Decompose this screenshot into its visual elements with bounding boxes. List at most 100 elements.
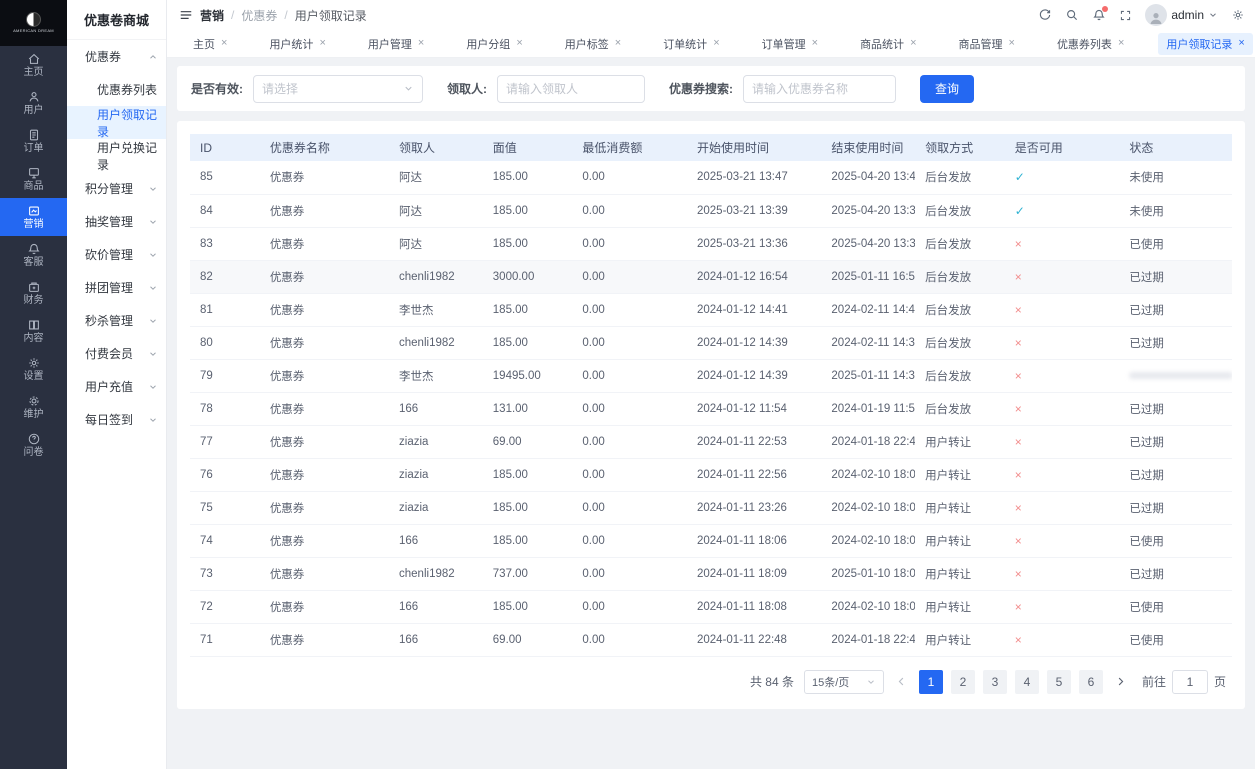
breadcrumb-mid[interactable]: 优惠券 xyxy=(241,7,277,24)
tab-商品统计[interactable]: 商品统计 × xyxy=(852,33,924,55)
page-button-4[interactable]: 4 xyxy=(1014,669,1039,694)
search-icon[interactable] xyxy=(1065,8,1079,22)
table-row[interactable]: 74 优惠券 166 185.00 0.00 2024-01-11 18:06 2024-0… xyxy=(190,524,1232,558)
page-button-2[interactable]: 2 xyxy=(950,669,975,694)
table-row[interactable]: 75 优惠券 ziazia 185.00 0.00 2024-01-11 23:26 202… xyxy=(190,491,1232,525)
sidebar-group-bargain-mgmt[interactable]: 砍价管理 xyxy=(67,238,166,271)
rail-item-service[interactable]: 客服 xyxy=(0,236,67,274)
prev-page-icon[interactable] xyxy=(894,676,909,687)
table-row[interactable]: 80 优惠券 chenli1982 185.00 0.00 2024-01-12 14:3… xyxy=(190,326,1232,360)
tab-close-icon[interactable]: × xyxy=(221,38,227,49)
breadcrumb-root[interactable]: 营销 xyxy=(200,7,224,24)
tab-订单管理[interactable]: 订单管理 × xyxy=(754,33,826,55)
notification-bell-icon[interactable] xyxy=(1092,6,1109,22)
cell-claim-method: 后台发放 xyxy=(915,161,1005,195)
cell-id: 84 xyxy=(190,194,260,228)
sidebar-group-points-mgmt[interactable]: 积分管理 xyxy=(67,172,166,205)
tab-优惠券列表[interactable]: 优惠券列表 × xyxy=(1049,33,1132,55)
sidebar-group-user-recharge[interactable]: 用户充值 xyxy=(67,370,166,403)
tab-close-icon[interactable]: × xyxy=(418,38,424,49)
primary-nav-rail: AMERICAN DREAM 主页 用户 订单 商品 营销 客服 财务 内容 设置 维护 问卷 xyxy=(0,0,67,769)
tab-用户管理[interactable]: 用户管理 × xyxy=(360,33,432,55)
sidebar-item-user-exchange-records[interactable]: 用户兑换记录 xyxy=(67,139,166,172)
table-row[interactable]: 71 优惠券 166 69.00 0.00 2024-01-11 22:48 2024-01… xyxy=(190,623,1232,657)
table-row[interactable]: 78 优惠券 166 131.00 0.00 2024-01-12 11:54 2024-0… xyxy=(190,392,1232,426)
coupon-search-input[interactable] xyxy=(744,75,895,102)
page-button-5[interactable]: 5 xyxy=(1046,669,1071,694)
table-row[interactable]: 77 优惠券 ziazia 69.00 0.00 2024-01-11 22:53 2024… xyxy=(190,425,1232,459)
cell-end-time: 2024-02-11 14:39 xyxy=(821,326,916,360)
cell-coupon-name: 优惠券 xyxy=(259,590,390,624)
rail-item-orders[interactable]: 订单 xyxy=(0,122,67,160)
settings-gear-icon[interactable] xyxy=(1231,8,1245,22)
receiver-input[interactable] xyxy=(498,75,644,102)
tab-用户统计[interactable]: 用户统计 × xyxy=(261,33,333,55)
rail-item-users[interactable]: 用户 xyxy=(0,84,67,122)
table-row[interactable]: 81 优惠券 李世杰 185.00 0.00 2024-01-12 14:41 2024-0… xyxy=(190,293,1232,327)
sidebar-group-paid-member[interactable]: 付费会员 xyxy=(67,337,166,370)
sidebar-group-lottery-mgmt[interactable]: 抽奖管理 xyxy=(67,205,166,238)
cell-available: × xyxy=(1004,260,1120,294)
table-row[interactable]: 82 优惠券 chenli1982 3000.00 0.00 2024-01-12 16:… xyxy=(190,260,1232,294)
page-button-1[interactable]: 1 xyxy=(918,669,943,694)
sidebar-group-groupbuy-mgmt[interactable]: 拼团管理 xyxy=(67,271,166,304)
tab-close-icon[interactable]: × xyxy=(1009,38,1015,49)
tab-用户领取记录[interactable]: 用户领取记录 × xyxy=(1158,32,1253,55)
rail-item-home[interactable]: 主页 xyxy=(0,46,67,84)
cell-receiver: 166 xyxy=(389,623,483,657)
page-button-3[interactable]: 3 xyxy=(982,669,1007,694)
sidebar-group-label: 抽奖管理 xyxy=(85,215,134,229)
table-row[interactable]: 84 优惠券 阿达 185.00 0.00 2025-03-21 13:39 2025-04… xyxy=(190,194,1232,228)
page-size-select[interactable]: 15条/页 xyxy=(803,669,884,694)
sidebar-group-coupon[interactable]: 优惠券 xyxy=(67,40,166,73)
fullscreen-icon[interactable] xyxy=(1119,9,1132,22)
cell-face-value: 185.00 xyxy=(482,161,573,195)
sidebar-item-coupon-list[interactable]: 优惠券列表 xyxy=(67,73,166,106)
table-row[interactable]: 76 优惠券 ziazia 185.00 0.00 2024-01-11 22:56 202… xyxy=(190,458,1232,492)
cell-coupon-name: 优惠券 xyxy=(259,458,390,492)
table-row[interactable]: 85 优惠券 阿达 185.00 0.00 2025-03-21 13:47 2025-04… xyxy=(190,161,1232,195)
tab-主页[interactable]: 主页 × xyxy=(185,33,235,55)
sidebar-group-daily-signin[interactable]: 每日签到 xyxy=(67,403,166,436)
refresh-icon[interactable] xyxy=(1038,8,1052,22)
rail-item-maintain[interactable]: 维护 xyxy=(0,388,67,426)
tab-label: 优惠券列表 xyxy=(1056,38,1112,51)
tab-商品管理[interactable]: 商品管理 × xyxy=(951,33,1023,55)
user-menu[interactable]: admin xyxy=(1145,4,1218,26)
rail-item-goods[interactable]: 商品 xyxy=(0,160,67,198)
tab-close-icon[interactable]: × xyxy=(516,38,522,49)
tab-close-icon[interactable]: × xyxy=(910,38,916,49)
table-row[interactable]: 73 优惠券 chenli1982 737.00 0.00 2024-01-11 18:0… xyxy=(190,557,1232,591)
rail-item-survey[interactable]: 问卷 xyxy=(0,426,67,464)
valid-filter-select[interactable]: 请选择 xyxy=(253,74,423,103)
tab-用户分组[interactable]: 用户分组 × xyxy=(458,33,530,55)
column-header: 最低消费额 xyxy=(572,134,687,161)
page-button-6[interactable]: 6 xyxy=(1078,669,1103,694)
sidebar-item-user-claim-records[interactable]: 用户领取记录 xyxy=(67,106,166,139)
rail-item-marketing[interactable]: 营销 xyxy=(0,198,67,236)
cell-face-value: 185.00 xyxy=(482,458,573,492)
sidebar-group-seckill-mgmt[interactable]: 秒杀管理 xyxy=(67,304,166,337)
rail-item-settings[interactable]: 设置 xyxy=(0,350,67,388)
tab-close-icon[interactable]: × xyxy=(1238,38,1244,49)
rail-item-label: 维护 xyxy=(23,409,44,420)
tab-close-icon[interactable]: × xyxy=(615,38,621,49)
goto-page-input[interactable] xyxy=(1171,669,1208,694)
rail-item-finance[interactable]: 财务 xyxy=(0,274,67,312)
table-row[interactable]: 79 优惠券 李世杰 19495.00 0.00 2024-01-12 14:39 2025… xyxy=(190,359,1232,393)
next-page-icon[interactable] xyxy=(1113,676,1128,687)
rail-item-contents[interactable]: 内容 xyxy=(0,312,67,350)
cell-coupon-name: 优惠券 xyxy=(259,524,390,558)
tab-close-icon[interactable]: × xyxy=(812,38,818,49)
tab-close-icon[interactable]: × xyxy=(319,38,325,49)
cell-face-value: 185.00 xyxy=(482,524,573,558)
tab-订单统计[interactable]: 订单统计 × xyxy=(655,33,727,55)
search-button[interactable]: 查询 xyxy=(920,74,975,103)
cell-claim-method: 用户转让 xyxy=(915,590,1005,624)
hamburger-menu-icon[interactable] xyxy=(179,8,193,22)
table-row[interactable]: 83 优惠券 阿达 185.00 0.00 2025-03-21 13:36 2025-04… xyxy=(190,227,1232,261)
tab-用户标签[interactable]: 用户标签 × xyxy=(557,33,629,55)
table-row[interactable]: 72 优惠券 166 185.00 0.00 2024-01-11 18:08 2024-0… xyxy=(190,590,1232,624)
tab-close-icon[interactable]: × xyxy=(1118,38,1124,49)
tab-close-icon[interactable]: × xyxy=(713,38,719,49)
